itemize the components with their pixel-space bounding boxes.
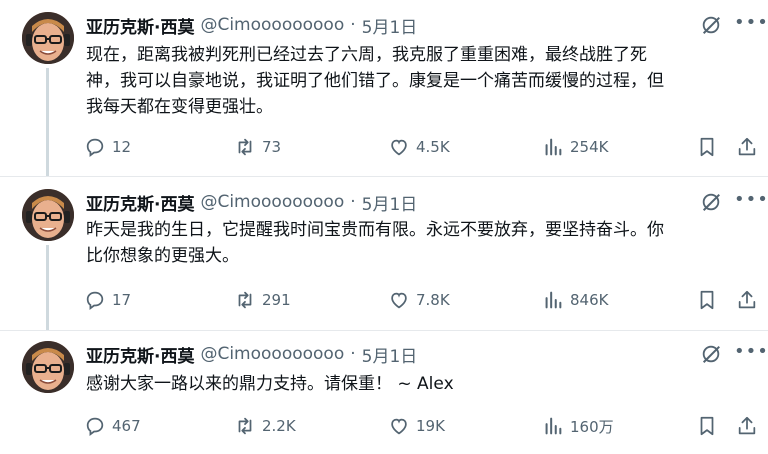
reply-count: 12: [112, 138, 132, 156]
avatar[interactable]: [22, 12, 74, 64]
views-icon: [545, 417, 562, 435]
reply-button[interactable]: 17: [84, 287, 131, 313]
tweet-text: 感谢大家一路以来的鼎力支持。请保重！ ~ Alex: [86, 371, 754, 397]
views-count: 254K: [570, 138, 609, 156]
tweet-text: 现在，距离我被判死刑已经过去了六周，我克服了重重困难，最终战胜了死 神，我可以自…: [86, 42, 754, 120]
retweet-button[interactable]: 73: [234, 134, 281, 160]
separator: ·: [350, 344, 356, 364]
views-button[interactable]: 254K: [542, 134, 608, 160]
share-icon[interactable]: [736, 289, 758, 311]
more-icon[interactable]: •••: [734, 189, 768, 211]
tweet[interactable]: 亚历克斯·西莫 @Cimooooooooo · 5月1日 ••• 昨天是我的生日…: [0, 176, 768, 331]
reply-icon: [86, 138, 104, 157]
action-bar: 17 291 7.8K 846K: [84, 287, 760, 313]
like-count: 4.5K: [416, 138, 450, 156]
views-button[interactable]: 846K: [542, 287, 608, 313]
grok-icon[interactable]: [700, 14, 722, 36]
reply-icon: [86, 417, 104, 436]
tweet-text-line: 神，我可以自豪地说，我证明了他们错了。康复是一个痛苦而缓慢的过程，但: [86, 71, 664, 91]
action-bar: 467 2.2K 19K 160万: [84, 413, 760, 439]
like-button[interactable]: 19K: [388, 413, 445, 439]
retweet-count: 73: [262, 138, 282, 156]
views-button[interactable]: 160万: [542, 413, 614, 439]
tweet-text-line: 昨天是我的生日，它提醒我时间宝贵而有限。永远不要放弃，要坚持奋斗。你: [86, 220, 664, 240]
views-count: 160万: [570, 417, 614, 436]
author-handle[interactable]: @Cimooooooooo: [200, 15, 344, 35]
tweet-header: 亚历克斯·西莫 @Cimooooooooo · 5月1日: [86, 189, 417, 215]
tweet-text-line: 我每天都在变得更强壮。: [86, 97, 273, 117]
tweet[interactable]: 亚历克斯·西莫 @Cimooooooooo · 5月1日 ••• 感谢大家一路以…: [0, 330, 768, 454]
views-icon: [545, 138, 562, 156]
tweet-date[interactable]: 5月1日: [362, 342, 418, 367]
share-icon[interactable]: [736, 136, 758, 158]
like-count: 19K: [416, 417, 445, 435]
tweet-text-line: 现在，距离我被判死刑已经过去了六周，我克服了重重困难，最终战胜了死: [86, 45, 647, 65]
avatar[interactable]: [22, 341, 74, 393]
views-icon: [545, 291, 562, 309]
bookmark-icon[interactable]: [696, 289, 718, 311]
tweet-header: 亚历克斯·西莫 @Cimooooooooo · 5月1日: [86, 12, 417, 38]
grok-icon[interactable]: [700, 343, 722, 365]
author-name[interactable]: 亚历克斯·西莫: [86, 190, 194, 215]
tweet-text: 昨天是我的生日，它提醒我时间宝贵而有限。永远不要放弃，要坚持奋斗。你 比你想象的…: [86, 217, 754, 269]
author-name[interactable]: 亚历克斯·西莫: [86, 342, 194, 367]
more-icon[interactable]: •••: [734, 12, 768, 34]
like-count: 7.8K: [416, 291, 450, 309]
views-count: 846K: [570, 291, 609, 309]
retweet-count: 291: [262, 291, 291, 309]
heart-icon: [391, 418, 407, 435]
action-bar: 12 73 4.5K 254K: [84, 134, 760, 160]
author-handle[interactable]: @Cimooooooooo: [200, 192, 344, 212]
retweet-icon: [238, 417, 252, 435]
separator: ·: [350, 15, 356, 35]
avatar[interactable]: [22, 189, 74, 241]
tweet-date[interactable]: 5月1日: [362, 190, 418, 215]
reply-count: 467: [112, 417, 141, 435]
author-name[interactable]: 亚历克斯·西莫: [86, 13, 194, 38]
like-button[interactable]: 7.8K: [388, 287, 450, 313]
share-icon[interactable]: [736, 415, 758, 437]
tweet-header: 亚历克斯·西莫 @Cimooooooooo · 5月1日: [86, 341, 417, 367]
heart-icon: [391, 139, 407, 156]
thread-line: [46, 245, 49, 331]
like-button[interactable]: 4.5K: [388, 134, 450, 160]
retweet-button[interactable]: 291: [234, 287, 291, 313]
author-handle[interactable]: @Cimooooooooo: [200, 344, 344, 364]
reply-count: 17: [112, 291, 132, 309]
tweet-text-line: 比你想象的更强大。: [86, 246, 239, 266]
reply-button[interactable]: 12: [84, 134, 131, 160]
bookmark-icon[interactable]: [696, 415, 718, 437]
heart-icon: [391, 292, 407, 309]
grok-icon[interactable]: [700, 191, 722, 213]
separator: ·: [350, 192, 356, 212]
retweet-icon: [238, 138, 252, 156]
bookmark-icon[interactable]: [696, 136, 718, 158]
reply-icon: [86, 291, 104, 310]
retweet-count: 2.2K: [262, 417, 296, 435]
retweet-icon: [238, 291, 252, 309]
more-icon[interactable]: •••: [734, 341, 768, 363]
thread-line: [46, 68, 49, 176]
retweet-button[interactable]: 2.2K: [234, 413, 296, 439]
tweet-text-line: 感谢大家一路以来的鼎力支持。请保重！ ~ Alex: [86, 374, 454, 394]
reply-button[interactable]: 467: [84, 413, 141, 439]
tweet[interactable]: 亚历克斯·西莫 @Cimooooooooo · 5月1日 ••• 现在，距离我被…: [0, 0, 768, 176]
tweet-date[interactable]: 5月1日: [362, 13, 418, 38]
